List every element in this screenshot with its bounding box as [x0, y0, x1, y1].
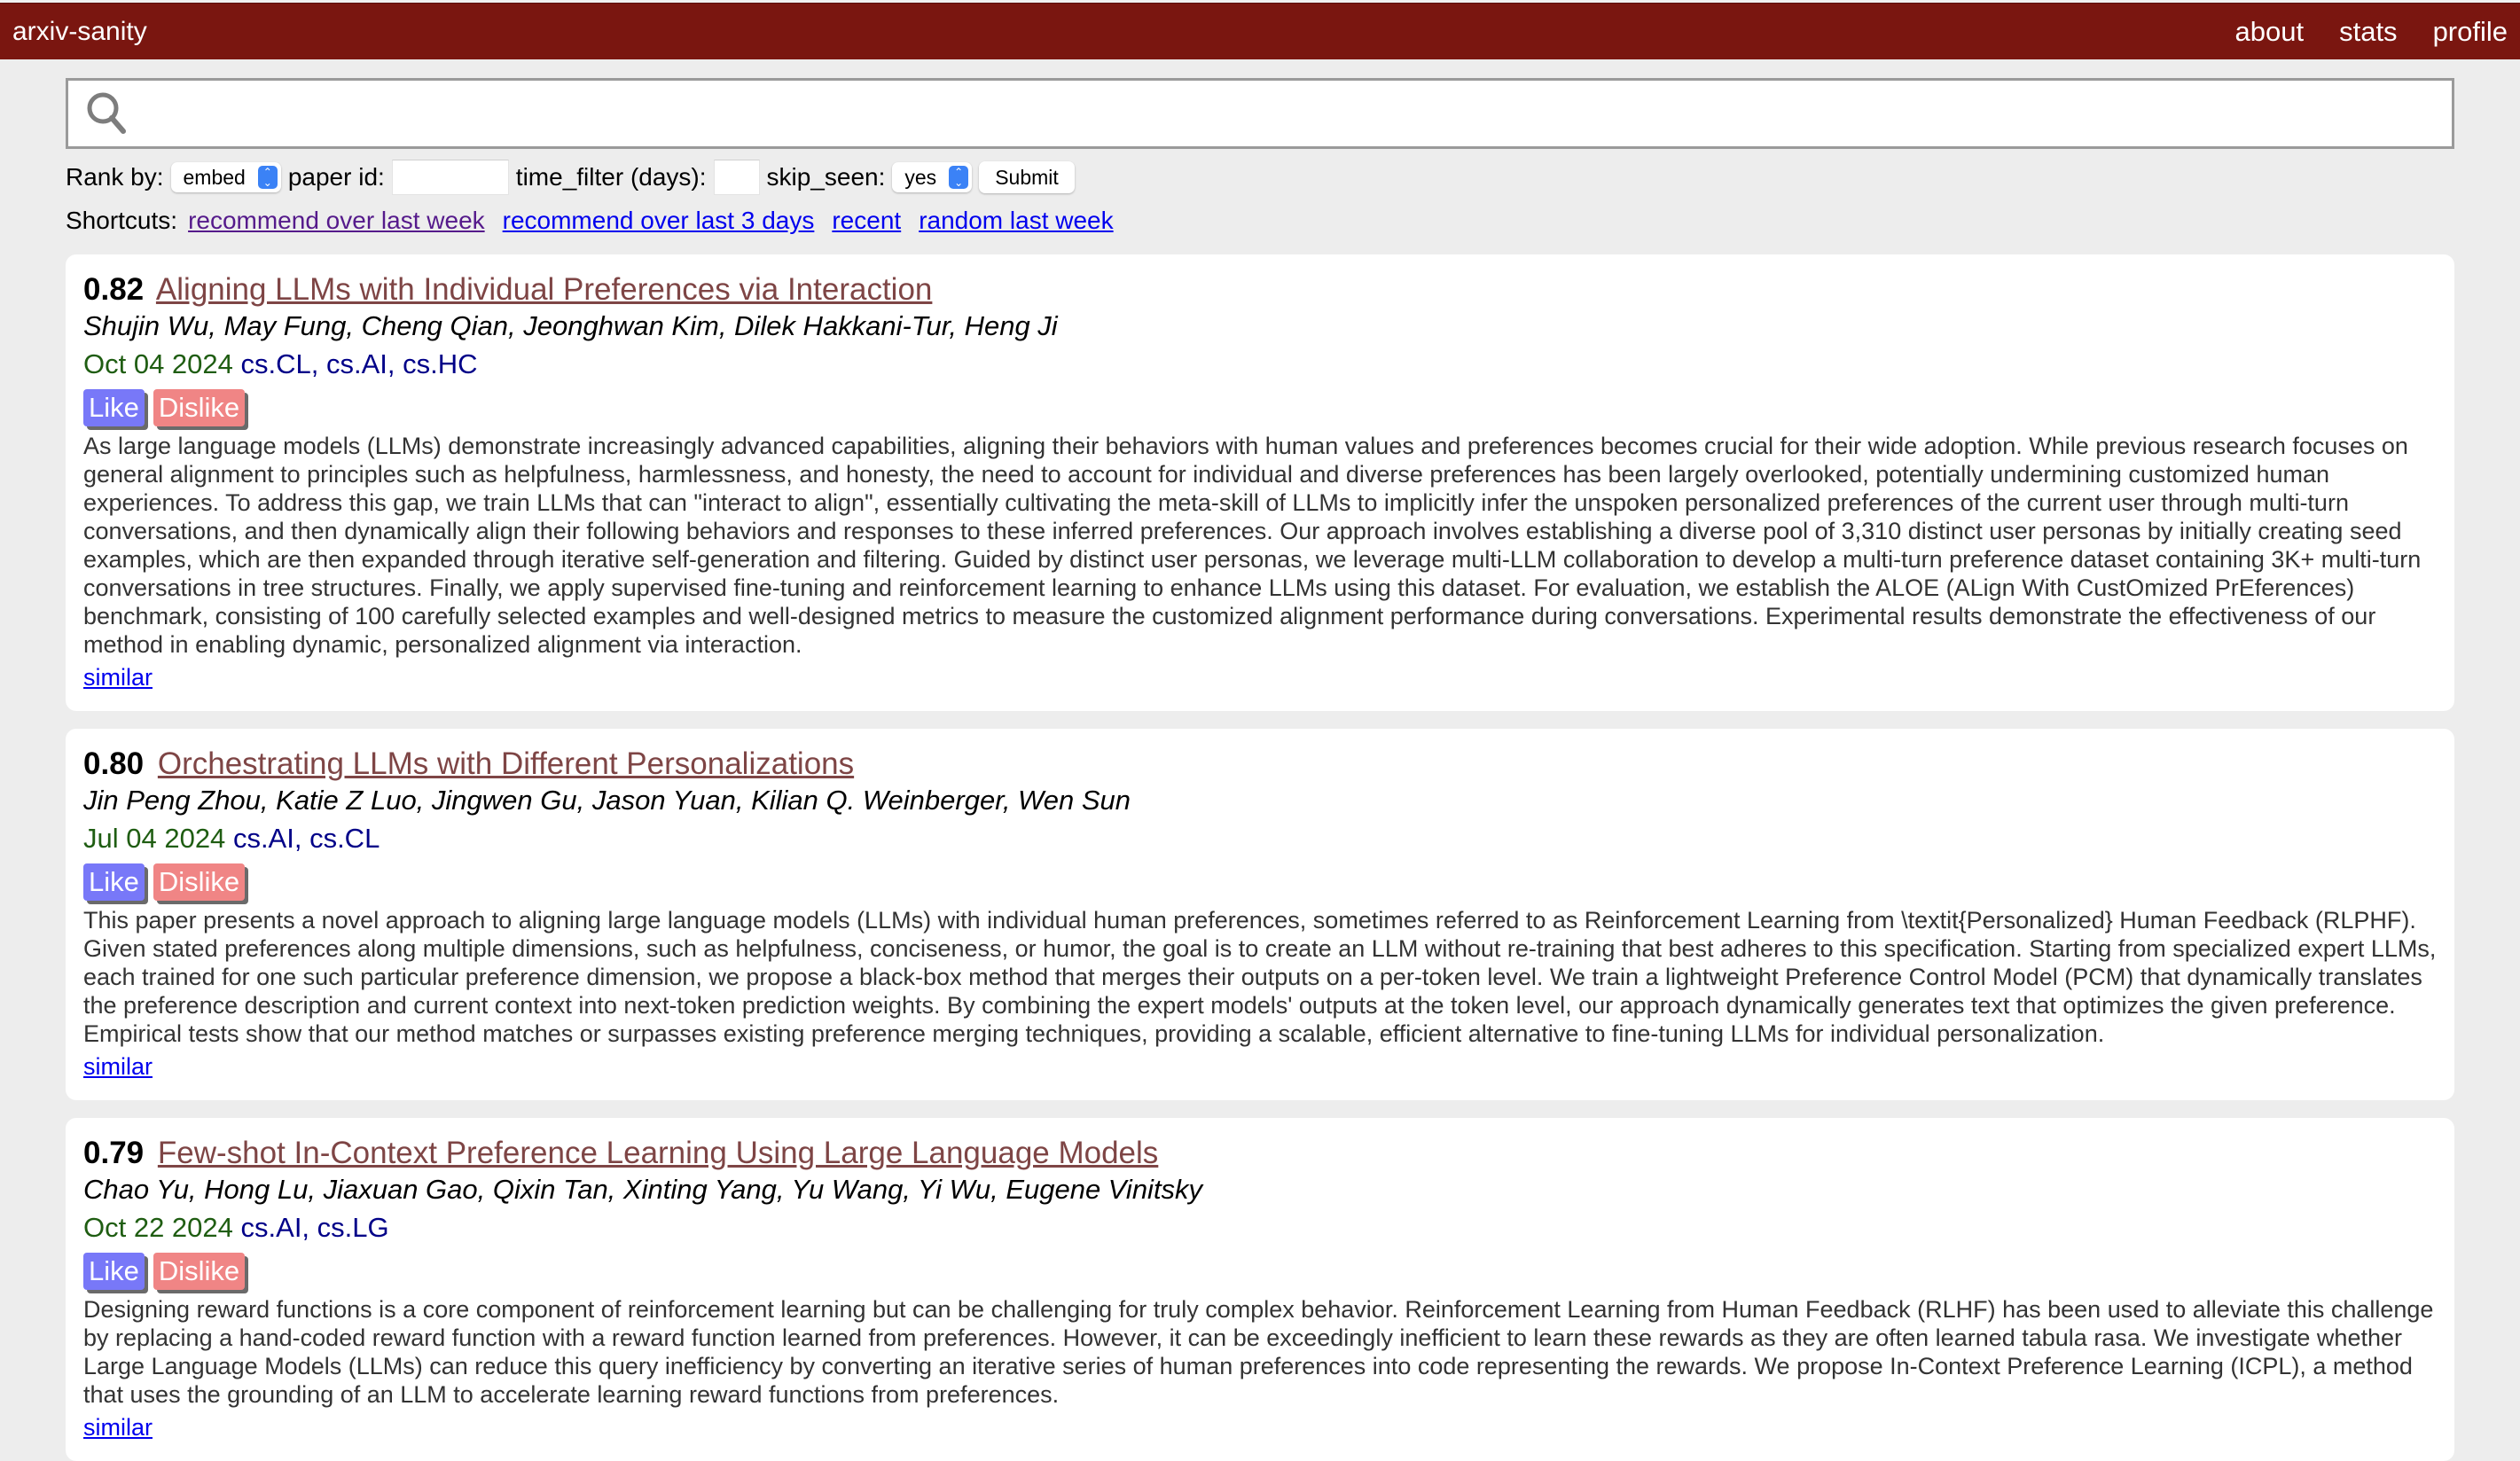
- select-arrows-icon: ⌃ ⌄: [257, 166, 278, 189]
- skip-seen-select[interactable]: yes ⌃ ⌄: [892, 162, 973, 192]
- paper-score: 0.79: [83, 1136, 145, 1170]
- paper-id-input[interactable]: [391, 160, 509, 195]
- paper-meta: Jul 04 2024 cs.AI, cs.CL: [83, 817, 2437, 860]
- shortcut-recent[interactable]: recent: [832, 207, 901, 235]
- paper-meta: Oct 04 2024 cs.CL, cs.AI, cs.HC: [83, 343, 2437, 386]
- paper-title-link[interactable]: Orchestrating LLMs with Different Person…: [158, 746, 854, 781]
- paper-tags: cs.AI, cs.CL: [232, 823, 380, 854]
- rank-by-value: embed: [183, 165, 246, 189]
- paper-abstract: This paper presents a novel approach to …: [83, 907, 2437, 1047]
- paper-card: 0.80 Orchestrating LLMs with Different P…: [66, 729, 2454, 1100]
- paper-meta: Oct 22 2024 cs.AI, cs.LG: [83, 1207, 2437, 1249]
- paper-score: 0.80: [83, 746, 145, 781]
- paper-actions: Like Dislike: [83, 389, 2437, 426]
- paper-card: 0.79 Few-shot In-Context Preference Lear…: [66, 1118, 2454, 1461]
- paper-actions: Like Dislike: [83, 1253, 2437, 1290]
- shortcuts-row: Shortcuts: recommend over last week reco…: [66, 206, 2454, 236]
- paper-list: 0.82 Aligning LLMs with Individual Prefe…: [66, 254, 2454, 1461]
- rank-by-label: Rank by:: [66, 163, 164, 191]
- paper-date: Oct 04 2024: [83, 348, 233, 379]
- search-controls: Rank by: embed ⌃ ⌄ paper id: time_filter …: [66, 59, 2454, 236]
- dislike-button[interactable]: Dislike: [153, 1253, 246, 1290]
- paper-tags: cs.CL, cs.AI, cs.HC: [240, 348, 478, 379]
- search-input[interactable]: [139, 80, 2452, 147]
- paper-date: Oct 22 2024: [83, 1212, 233, 1243]
- rank-by-select[interactable]: embed ⌃ ⌄: [170, 162, 281, 192]
- select-arrows-icon: ⌃ ⌄: [949, 166, 969, 189]
- paper-date: Jul 04 2024: [83, 823, 226, 854]
- skip-seen-label: skip_seen:: [766, 163, 886, 191]
- paper-authors: Chao Yu, Hong Lu, Jiaxuan Gao, Qixin Tan…: [83, 1174, 1203, 1205]
- paper-title-link[interactable]: Few-shot In-Context Preference Learning …: [158, 1136, 1158, 1170]
- time-filter-input[interactable]: [713, 160, 760, 195]
- brand-link[interactable]: arxiv-sanity: [12, 17, 147, 47]
- rank-options-row: Rank by: embed ⌃ ⌄ paper id: time_filter …: [66, 160, 2454, 195]
- search-box[interactable]: [66, 78, 2454, 149]
- paper-card: 0.82 Aligning LLMs with Individual Prefe…: [66, 254, 2454, 711]
- like-button[interactable]: Like: [83, 1253, 145, 1290]
- similar-link[interactable]: similar: [83, 664, 153, 691]
- similar-link[interactable]: similar: [83, 1414, 153, 1441]
- paper-score: 0.82: [83, 272, 145, 307]
- nav-about-link[interactable]: about: [2235, 16, 2305, 48]
- paper-title-line: 0.82 Aligning LLMs with Individual Prefe…: [83, 270, 2437, 309]
- paper-actions: Like Dislike: [83, 863, 2437, 901]
- similar-link[interactable]: similar: [83, 1053, 153, 1081]
- shortcuts-label: Shortcuts:: [66, 207, 178, 234]
- nav-stats-link[interactable]: stats: [2339, 16, 2397, 48]
- paper-abstract: Designing reward functions is a core com…: [83, 1296, 2434, 1408]
- like-button[interactable]: Like: [83, 863, 145, 901]
- shortcut-recommend-last-3-days[interactable]: recommend over last 3 days: [503, 207, 815, 235]
- paper-authors: Shujin Wu, May Fung, Cheng Qian, Jeonghw…: [83, 310, 1058, 341]
- paper-title-link[interactable]: Aligning LLMs with Individual Preference…: [156, 272, 932, 307]
- dislike-button[interactable]: Dislike: [153, 389, 246, 426]
- paper-tags: cs.AI, cs.LG: [240, 1212, 389, 1243]
- skip-seen-value: yes: [904, 165, 937, 189]
- header-nav: about stats profile: [2235, 16, 2508, 48]
- dislike-button[interactable]: Dislike: [153, 863, 246, 901]
- like-button[interactable]: Like: [83, 389, 145, 426]
- paper-title-line: 0.80 Orchestrating LLMs with Different P…: [83, 745, 2437, 784]
- paper-abstract: As large language models (LLMs) demonstr…: [83, 433, 2422, 658]
- submit-button[interactable]: Submit: [979, 161, 1075, 193]
- shortcut-random-last-week[interactable]: random last week: [919, 207, 1113, 235]
- shortcut-recommend-last-week[interactable]: recommend over last week: [188, 207, 485, 235]
- paper-title-line: 0.79 Few-shot In-Context Preference Lear…: [83, 1134, 2437, 1173]
- time-filter-label: time_filter (days):: [515, 163, 707, 191]
- nav-profile-link[interactable]: profile: [2433, 16, 2508, 48]
- top-nav-bar: arxiv-sanity about stats profile: [0, 3, 2520, 59]
- paper-id-label: paper id:: [287, 163, 385, 191]
- paper-authors: Jin Peng Zhou, Katie Z Luo, Jingwen Gu, …: [83, 785, 1131, 816]
- search-icon: [87, 92, 126, 134]
